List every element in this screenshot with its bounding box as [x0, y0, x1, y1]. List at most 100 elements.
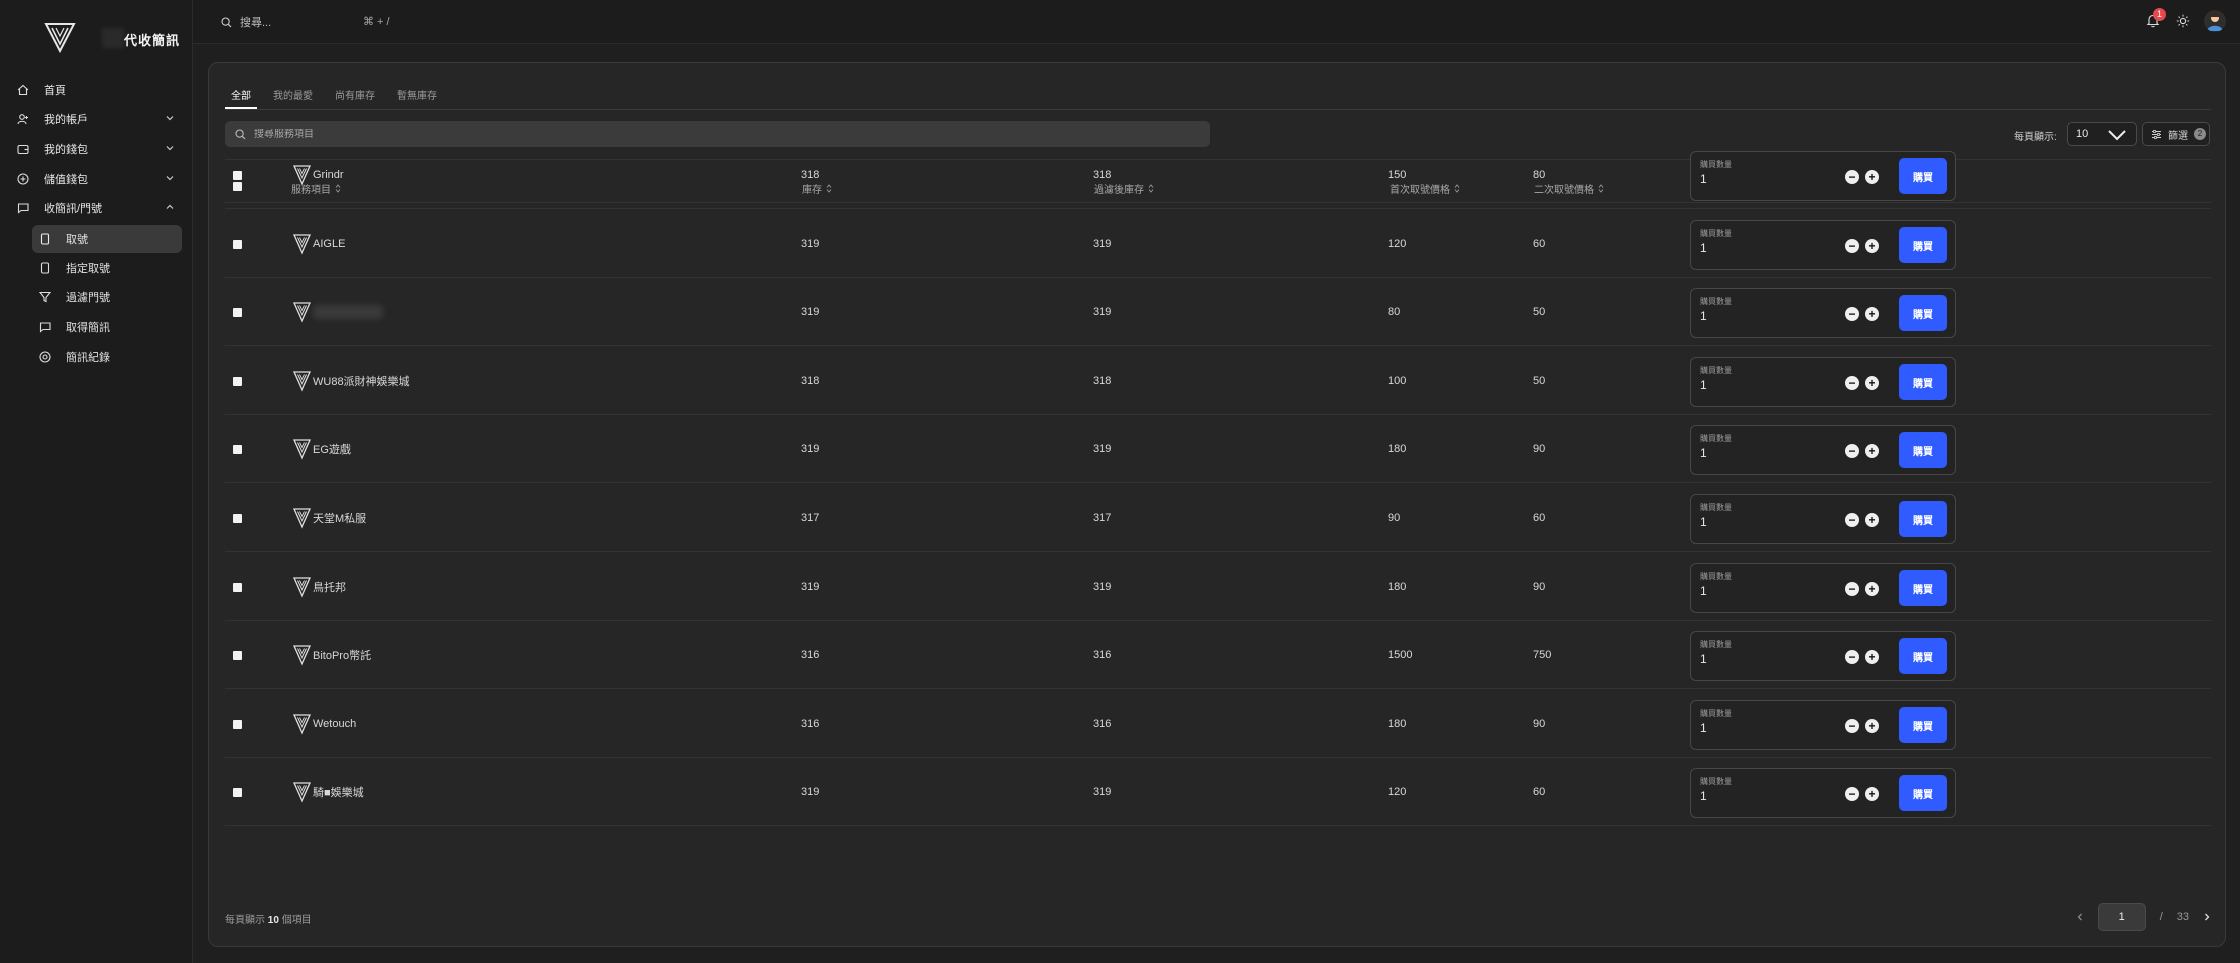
row-checkbox[interactable] — [233, 347, 242, 415]
quantity-input[interactable]: 1 — [1700, 515, 1707, 529]
row-checkbox[interactable] — [233, 278, 242, 346]
current-page-input[interactable]: 1 — [2097, 903, 2146, 931]
service-name-cell: WU88派財神娛樂城 — [313, 347, 410, 415]
row-checkbox[interactable] — [233, 141, 242, 209]
service-name-cell: BitoPro幣託 — [313, 621, 371, 689]
purchase-box: 購買數量 1 − + 購買 — [1690, 631, 1956, 681]
sidebar-item-wallet[interactable]: 我的錢包 — [8, 136, 183, 162]
row-checkbox[interactable] — [233, 758, 242, 826]
decrease-quantity-button[interactable]: − — [1845, 787, 1859, 801]
sidebar-subitem-get-sms[interactable]: 取得簡訊 — [32, 313, 182, 341]
sidebar-item-home[interactable]: 首頁 — [8, 77, 183, 103]
buy-button[interactable]: 購買 — [1899, 707, 1947, 743]
decrease-quantity-button[interactable]: − — [1845, 376, 1859, 390]
second-price-cell: 60 — [1533, 512, 1546, 524]
quantity-label: 購買數量 — [1700, 229, 1732, 238]
decrease-quantity-button[interactable]: − — [1845, 307, 1859, 321]
tab-in-stock[interactable]: 尚有庫存 — [329, 83, 381, 109]
theme-toggle-sun-icon[interactable] — [2176, 14, 2190, 28]
quantity-label: 購買數量 — [1700, 709, 1732, 718]
global-search[interactable]: 搜尋... — [221, 14, 271, 30]
increase-quantity-button[interactable]: + — [1865, 787, 1879, 801]
second-price-cell: 90 — [1533, 581, 1546, 593]
sidebar-subitem-specific-number[interactable]: 指定取號 — [32, 254, 182, 282]
service-logo-icon — [293, 347, 311, 415]
quantity-input[interactable]: 1 — [1700, 309, 1707, 323]
purchase-box: 購買數量 1 − + 購買 — [1690, 220, 1956, 270]
row-checkbox[interactable] — [233, 210, 242, 278]
decrease-quantity-button[interactable]: − — [1845, 719, 1859, 733]
quantity-input[interactable]: 1 — [1700, 241, 1707, 255]
tab-out-of-stock[interactable]: 暫無庫存 — [391, 83, 443, 109]
increase-quantity-button[interactable]: + — [1865, 376, 1879, 390]
purchase-box: 購買數量 1 − + 購買 — [1690, 151, 1956, 201]
main-panel: 全部 我的最愛 尚有庫存 暫無庫存 每頁顯示: 10 篩選 2 服務項目 庫存 … — [208, 62, 2226, 947]
service-logo-icon — [293, 484, 311, 552]
buy-button[interactable]: 購買 — [1899, 432, 1947, 468]
sidebar-subitem-get-number[interactable]: 取號 — [32, 225, 182, 253]
buy-button[interactable]: 購買 — [1899, 158, 1947, 194]
increase-quantity-button[interactable]: + — [1865, 650, 1879, 664]
increase-quantity-button[interactable]: + — [1865, 582, 1879, 596]
quantity-input[interactable]: 1 — [1700, 789, 1707, 803]
topbar: 搜尋... ⌘ + / 1 — [193, 0, 2240, 44]
service-name: 天堂M私服 — [313, 513, 367, 525]
notifications-button[interactable]: 1 — [2146, 8, 2166, 29]
quantity-input[interactable]: 1 — [1700, 446, 1707, 460]
buy-button[interactable]: 購買 — [1899, 295, 1947, 331]
first-price-cell: 150 — [1388, 169, 1407, 181]
quantity-label: 購買數量 — [1700, 572, 1732, 581]
buy-button[interactable]: 購買 — [1899, 775, 1947, 811]
sidebar-item-sms[interactable]: 收簡訊/門號 — [8, 195, 183, 221]
decrease-quantity-button[interactable]: − — [1845, 650, 1859, 664]
table-row: WU88派財神娛樂城 318 318 100 50 購買數量 1 − + 購買 — [225, 347, 2211, 415]
buy-button[interactable]: 購買 — [1899, 638, 1947, 674]
buy-button[interactable]: 購買 — [1899, 227, 1947, 263]
row-checkbox[interactable] — [233, 415, 242, 483]
row-checkbox[interactable] — [233, 621, 242, 689]
per-page-value: 10 — [2076, 128, 2089, 140]
global-search-placeholder: 搜尋... — [240, 17, 272, 29]
second-price-cell: 50 — [1533, 375, 1546, 387]
decrease-quantity-button[interactable]: − — [1845, 582, 1859, 596]
row-checkbox[interactable] — [233, 690, 242, 758]
row-checkbox[interactable] — [233, 553, 242, 621]
decrease-quantity-button[interactable]: − — [1845, 513, 1859, 527]
first-price-cell: 180 — [1388, 718, 1407, 730]
purchase-box: 購買數量 1 − + 購買 — [1690, 357, 1956, 407]
service-name: BitoPro幣託 — [313, 650, 372, 662]
buy-button[interactable]: 購買 — [1899, 364, 1947, 400]
increase-quantity-button[interactable]: + — [1865, 170, 1879, 184]
decrease-quantity-button[interactable]: − — [1845, 239, 1859, 253]
increase-quantity-button[interactable]: + — [1865, 444, 1879, 458]
buy-button[interactable]: 購買 — [1899, 501, 1947, 537]
quantity-input[interactable]: 1 — [1700, 172, 1707, 186]
quantity-input[interactable]: 1 — [1700, 721, 1707, 735]
increase-quantity-button[interactable]: + — [1865, 307, 1879, 321]
tab-favorites[interactable]: 我的最愛 — [267, 83, 319, 109]
sidebar-subitem-filter-numbers[interactable]: 過濾門號 — [32, 283, 182, 311]
prev-page-icon[interactable] — [2076, 912, 2084, 922]
increase-quantity-button[interactable]: + — [1865, 513, 1879, 527]
quantity-input[interactable]: 1 — [1700, 584, 1707, 598]
decrease-quantity-button[interactable]: − — [1845, 170, 1859, 184]
tab-all[interactable]: 全部 — [225, 83, 257, 109]
first-price-cell: 120 — [1388, 786, 1407, 798]
row-checkbox[interactable] — [233, 484, 242, 552]
sidebar-item-topup[interactable]: 儲值錢包 — [8, 166, 183, 192]
user-avatar[interactable] — [2204, 10, 2226, 32]
service-logo-icon — [293, 553, 311, 621]
buy-button[interactable]: 購買 — [1899, 570, 1947, 606]
next-page-icon[interactable] — [2203, 912, 2211, 922]
brand[interactable]: 代收簡訊 — [44, 20, 184, 58]
increase-quantity-button[interactable]: + — [1865, 239, 1879, 253]
sidebar-item-account[interactable]: 我的帳戶 — [8, 106, 183, 132]
sidebar-subitem-sms-history[interactable]: 簡訊紀錄 — [32, 343, 182, 371]
increase-quantity-button[interactable]: + — [1865, 719, 1879, 733]
service-search-input[interactable] — [254, 128, 1154, 140]
quantity-input[interactable]: 1 — [1700, 378, 1707, 392]
decrease-quantity-button[interactable]: − — [1845, 444, 1859, 458]
quantity-label: 購買數量 — [1700, 297, 1732, 306]
quantity-input[interactable]: 1 — [1700, 652, 1707, 666]
service-name-cell — [313, 278, 383, 346]
